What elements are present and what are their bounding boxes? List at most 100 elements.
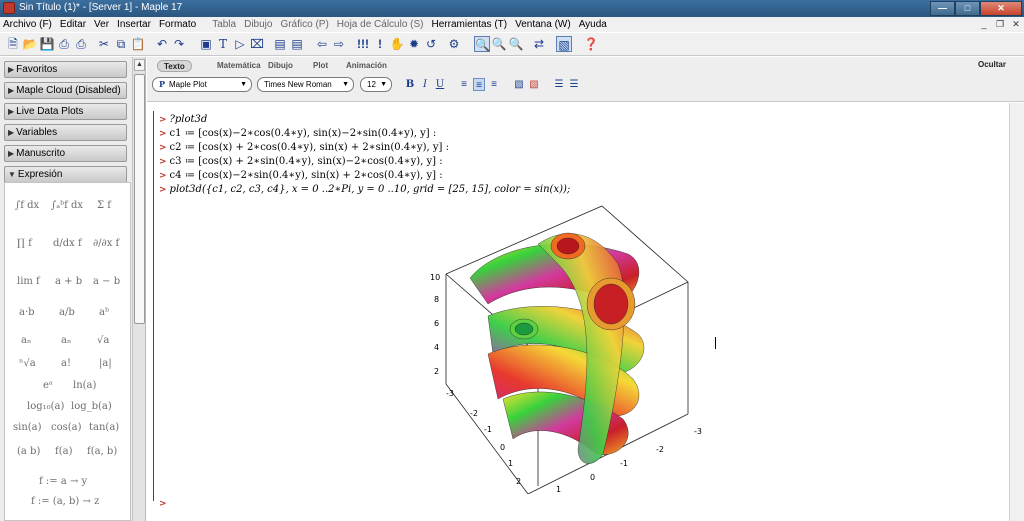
new-document-icon[interactable]: 🗎 [5, 36, 21, 52]
expr-indefinite-integral[interactable]: ∫f dx [15, 200, 39, 211]
prompt-icon[interactable]: ▷ [232, 36, 248, 52]
text-color-icon[interactable]: ▧ [513, 78, 525, 91]
palette-live-data-plots[interactable]: ▶ Live Data Plots [4, 103, 127, 120]
menu-formato[interactable]: Formato [155, 19, 200, 30]
expr-arrow-function-2[interactable]: f := (a, b) → z [31, 496, 99, 507]
expr-function-call[interactable]: f(a) [55, 446, 72, 457]
cut-icon[interactable]: ✂ [96, 36, 112, 52]
align-center-icon[interactable]: ≡ [473, 78, 485, 91]
toggle-icon[interactable]: ⇄ [531, 36, 547, 52]
input-line-c4[interactable]: > c4 ≔ [cos(x)−2∗sin(0.4∗y), sin(x) + 2∗c… [159, 170, 443, 181]
redo-icon[interactable]: ↷ [171, 36, 187, 52]
menu-ver[interactable]: Ver [90, 19, 113, 30]
tab-matematica[interactable]: Matemática [217, 60, 261, 72]
palette-manuscrito[interactable]: ▶ Manuscrito [4, 145, 127, 162]
save-icon[interactable]: 💾 [39, 36, 55, 52]
italic-button[interactable]: I [419, 78, 431, 91]
expr-partial-derivative[interactable]: ∂/∂x f [93, 238, 119, 249]
open-icon[interactable]: 📂 [22, 36, 38, 52]
copy-icon[interactable]: ⧉ [113, 36, 129, 52]
expr-sin[interactable]: sin(a) [13, 422, 42, 433]
expr-derivative[interactable]: d/dx f [53, 238, 82, 249]
input-line-plot3d[interactable]: > plot3d({c1, c2, c3, c4}, x = 0 ..2∗Pi, … [159, 184, 570, 195]
restart-icon[interactable]: ↺ [423, 36, 439, 52]
view-icon[interactable]: ▧ [556, 36, 572, 52]
expr-absolute-value[interactable]: |a| [99, 358, 112, 369]
expr-cos[interactable]: cos(a) [51, 422, 82, 433]
worksheet-scrollbar[interactable] [1009, 103, 1024, 521]
expr-natural-log[interactable]: ln(a) [73, 380, 96, 391]
zoom-100-icon[interactable]: 🔍 [474, 36, 490, 52]
tab-dibujo[interactable]: Dibujo [268, 60, 293, 72]
expr-square-root[interactable]: √a [97, 335, 109, 346]
expr-subtraction[interactable]: a − b [93, 276, 120, 287]
palette-maple-cloud[interactable]: ▶ Maple Cloud (Disabled) [4, 82, 127, 99]
doc-close-icon[interactable]: ✕ [1008, 17, 1024, 31]
expr-definite-integral[interactable]: ∫ₐᵇf dx [51, 200, 83, 211]
math-text-icon[interactable]: T [215, 36, 231, 52]
expr-arrow-function[interactable]: f := a → y [39, 476, 87, 487]
menu-editar[interactable]: Editar [56, 19, 90, 30]
palette-expresion[interactable]: ▼ Expresión [4, 166, 127, 183]
execute-icon[interactable]: ! [372, 36, 388, 52]
menu-herramientas[interactable]: Herramientas (T) [428, 19, 512, 30]
settings-icon[interactable]: ⚙ [446, 36, 462, 52]
palette-favoritos[interactable]: ▶ Favoritos [4, 61, 127, 78]
expr-subscript[interactable]: aₙ [21, 335, 31, 346]
expr-factorial[interactable]: a! [61, 358, 71, 369]
zoom-150-icon[interactable]: 🔍 [491, 36, 507, 52]
plot3d-output[interactable]: 10 8 6 4 2 -3 -2 -1 0 1 2 -3 -2 -1 0 1 [418, 204, 718, 494]
palette-variables[interactable]: ▶ Variables [4, 124, 127, 141]
menu-hoja-de-calculo[interactable]: Hoja de Cálculo (S) [333, 19, 428, 30]
expr-limit[interactable]: lim f [17, 276, 40, 287]
print-preview-icon[interactable]: ⎙ [73, 36, 89, 52]
expr-nth-root[interactable]: ⁿ√a [19, 358, 36, 369]
expr-function-call-2[interactable]: f(a, b) [87, 446, 117, 457]
tab-texto[interactable]: Texto [157, 60, 192, 72]
expr-subscript-n[interactable]: aₙ [61, 335, 71, 346]
scroll-up-icon[interactable]: ▲ [134, 59, 145, 71]
menu-tabla[interactable]: Tabla [208, 19, 240, 30]
forward-icon[interactable]: ⇨ [331, 36, 347, 52]
help-icon[interactable]: ❓ [583, 36, 599, 52]
close-button[interactable]: ✕ [980, 1, 1022, 16]
menu-ventana[interactable]: Ventana (W) [511, 19, 575, 30]
underline-button[interactable]: U [434, 78, 446, 91]
expr-division[interactable]: a/b [59, 307, 75, 318]
zoom-200-icon[interactable]: 🔍 [508, 36, 524, 52]
expr-power[interactable]: aᵇ [99, 307, 109, 318]
input-line-help[interactable]: > ?plot3d [159, 114, 207, 125]
back-icon[interactable]: ⇦ [314, 36, 330, 52]
menu-archivo[interactable]: Archivo (F) [0, 19, 56, 30]
expr-binomial[interactable]: (a b) [17, 446, 40, 457]
expr-multiplication[interactable]: a·b [19, 307, 35, 318]
minimize-button[interactable]: — [930, 1, 955, 16]
bullet-list-icon[interactable]: ☰ [553, 78, 565, 91]
stop-icon[interactable]: ✋ [389, 36, 405, 52]
text-mode-icon[interactable]: ▣ [198, 36, 214, 52]
font-dropdown[interactable]: Times New Roman ▼ [257, 77, 354, 92]
hide-button[interactable]: Ocultar [978, 60, 1006, 69]
tab-animacion[interactable]: Animación [346, 60, 387, 72]
expr-tan[interactable]: tan(a) [89, 422, 119, 433]
bold-button[interactable]: B [404, 78, 416, 91]
maximize-button[interactable]: □ [955, 1, 980, 16]
undo-icon[interactable]: ↶ [154, 36, 170, 52]
input-line-c3[interactable]: > c3 ≔ [cos(x) + 2∗sin(0.4∗y), sin(x)−2∗c… [159, 156, 443, 167]
empty-input-line[interactable]: > [159, 498, 170, 509]
doc-minimize-icon[interactable]: _ [976, 17, 992, 31]
execute-all-icon[interactable]: !!! [355, 36, 371, 52]
menu-insertar[interactable]: Insertar [113, 19, 155, 30]
expr-log10[interactable]: log₁₀(a) [27, 401, 64, 412]
menu-grafico[interactable]: Gráfico (P) [276, 19, 332, 30]
menu-dibujo[interactable]: Dibujo [240, 19, 276, 30]
menu-ayuda[interactable]: Ayuda [575, 19, 611, 30]
palette-scrollbar[interactable]: ▲ [132, 57, 145, 521]
print-icon[interactable]: ⎙ [56, 36, 72, 52]
size-dropdown[interactable]: 12 ▼ [360, 77, 392, 92]
scrollbar-thumb[interactable] [134, 74, 145, 324]
align-right-icon[interactable]: ≡ [488, 78, 500, 91]
input-line-c1[interactable]: > c1 ≔ [cos(x)−2∗cos(0.4∗y), sin(x)−2∗sin… [159, 128, 436, 139]
debug-icon[interactable]: ✹ [406, 36, 422, 52]
paste-icon[interactable]: 📋 [130, 36, 146, 52]
